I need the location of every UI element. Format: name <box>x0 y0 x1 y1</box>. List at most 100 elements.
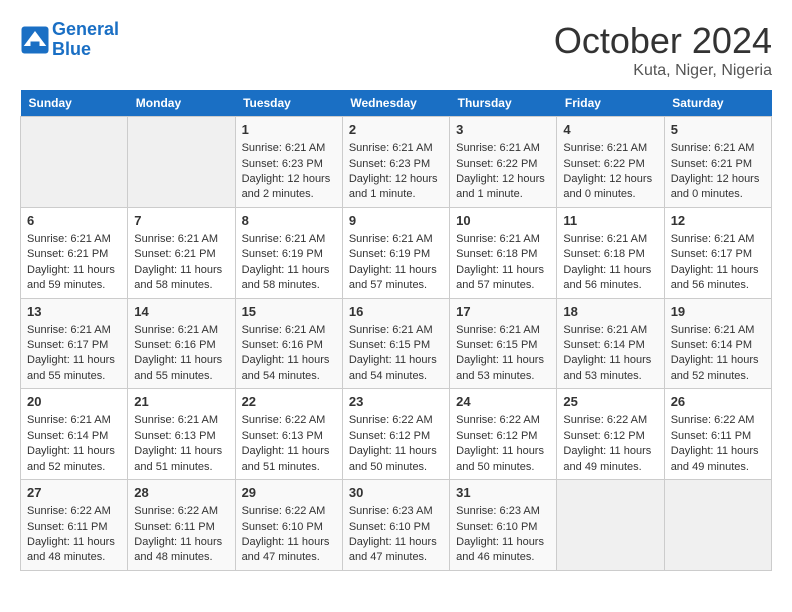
daylight-text: Daylight: 11 hours and 49 minutes. <box>563 444 657 475</box>
day-number: 31 <box>456 484 550 502</box>
day-number: 6 <box>27 212 121 230</box>
daylight-text: Daylight: 11 hours and 51 minutes. <box>134 444 228 475</box>
day-cell: 4Sunrise: 6:21 AMSunset: 6:22 PMDaylight… <box>557 117 664 208</box>
day-number: 30 <box>349 484 443 502</box>
day-cell: 15Sunrise: 6:21 AMSunset: 6:16 PMDayligh… <box>235 298 342 389</box>
sunrise-text: Sunrise: 6:21 AM <box>563 232 657 247</box>
day-number: 16 <box>349 303 443 321</box>
sunset-text: Sunset: 6:23 PM <box>349 157 443 172</box>
daylight-text: Daylight: 11 hours and 52 minutes. <box>27 444 121 475</box>
calendar-title: October 2024 <box>554 20 772 62</box>
day-number: 12 <box>671 212 765 230</box>
daylight-text: Daylight: 11 hours and 58 minutes. <box>134 263 228 294</box>
day-number: 1 <box>242 121 336 139</box>
header-cell-friday: Friday <box>557 90 664 117</box>
week-row-2: 6Sunrise: 6:21 AMSunset: 6:21 PMDaylight… <box>21 207 772 298</box>
logo-text: General Blue <box>52 20 119 60</box>
day-cell <box>128 117 235 208</box>
day-cell: 3Sunrise: 6:21 AMSunset: 6:22 PMDaylight… <box>450 117 557 208</box>
day-number: 27 <box>27 484 121 502</box>
day-cell: 29Sunrise: 6:22 AMSunset: 6:10 PMDayligh… <box>235 480 342 571</box>
week-row-1: 1Sunrise: 6:21 AMSunset: 6:23 PMDaylight… <box>21 117 772 208</box>
calendar-body: 1Sunrise: 6:21 AMSunset: 6:23 PMDaylight… <box>21 117 772 571</box>
sunset-text: Sunset: 6:14 PM <box>671 338 765 353</box>
day-number: 28 <box>134 484 228 502</box>
day-number: 23 <box>349 393 443 411</box>
sunset-text: Sunset: 6:21 PM <box>27 247 121 262</box>
daylight-text: Daylight: 11 hours and 56 minutes. <box>563 263 657 294</box>
sunset-text: Sunset: 6:23 PM <box>242 157 336 172</box>
sunrise-text: Sunrise: 6:22 AM <box>134 504 228 519</box>
day-cell: 24Sunrise: 6:22 AMSunset: 6:12 PMDayligh… <box>450 389 557 480</box>
calendar-table: SundayMondayTuesdayWednesdayThursdayFrid… <box>20 90 772 571</box>
day-cell: 18Sunrise: 6:21 AMSunset: 6:14 PMDayligh… <box>557 298 664 389</box>
day-number: 21 <box>134 393 228 411</box>
day-cell: 11Sunrise: 6:21 AMSunset: 6:18 PMDayligh… <box>557 207 664 298</box>
sunrise-text: Sunrise: 6:21 AM <box>242 232 336 247</box>
logo: General Blue <box>20 20 119 60</box>
daylight-text: Daylight: 11 hours and 54 minutes. <box>242 353 336 384</box>
sunset-text: Sunset: 6:21 PM <box>671 157 765 172</box>
sunrise-text: Sunrise: 6:22 AM <box>456 413 550 428</box>
sunrise-text: Sunrise: 6:21 AM <box>671 323 765 338</box>
sunset-text: Sunset: 6:10 PM <box>456 520 550 535</box>
day-cell: 7Sunrise: 6:21 AMSunset: 6:21 PMDaylight… <box>128 207 235 298</box>
day-number: 10 <box>456 212 550 230</box>
daylight-text: Daylight: 11 hours and 46 minutes. <box>456 535 550 566</box>
day-number: 15 <box>242 303 336 321</box>
sunrise-text: Sunrise: 6:21 AM <box>456 323 550 338</box>
sunrise-text: Sunrise: 6:21 AM <box>134 413 228 428</box>
day-cell: 20Sunrise: 6:21 AMSunset: 6:14 PMDayligh… <box>21 389 128 480</box>
sunset-text: Sunset: 6:12 PM <box>349 429 443 444</box>
sunrise-text: Sunrise: 6:21 AM <box>27 413 121 428</box>
daylight-text: Daylight: 12 hours and 0 minutes. <box>563 172 657 203</box>
header-cell-wednesday: Wednesday <box>342 90 449 117</box>
daylight-text: Daylight: 11 hours and 58 minutes. <box>242 263 336 294</box>
day-cell: 2Sunrise: 6:21 AMSunset: 6:23 PMDaylight… <box>342 117 449 208</box>
daylight-text: Daylight: 12 hours and 2 minutes. <box>242 172 336 203</box>
daylight-text: Daylight: 11 hours and 52 minutes. <box>671 353 765 384</box>
sunset-text: Sunset: 6:18 PM <box>456 247 550 262</box>
daylight-text: Daylight: 11 hours and 53 minutes. <box>456 353 550 384</box>
header-cell-tuesday: Tuesday <box>235 90 342 117</box>
day-number: 19 <box>671 303 765 321</box>
day-cell: 14Sunrise: 6:21 AMSunset: 6:16 PMDayligh… <box>128 298 235 389</box>
sunrise-text: Sunrise: 6:22 AM <box>349 413 443 428</box>
sunset-text: Sunset: 6:19 PM <box>349 247 443 262</box>
sunset-text: Sunset: 6:13 PM <box>242 429 336 444</box>
day-number: 25 <box>563 393 657 411</box>
calendar-subtitle: Kuta, Niger, Nigeria <box>554 62 772 80</box>
sunset-text: Sunset: 6:19 PM <box>242 247 336 262</box>
day-number: 24 <box>456 393 550 411</box>
logo-icon <box>20 25 50 55</box>
day-cell: 27Sunrise: 6:22 AMSunset: 6:11 PMDayligh… <box>21 480 128 571</box>
day-number: 3 <box>456 121 550 139</box>
sunset-text: Sunset: 6:16 PM <box>134 338 228 353</box>
logo-line1: General <box>52 19 119 39</box>
week-row-3: 13Sunrise: 6:21 AMSunset: 6:17 PMDayligh… <box>21 298 772 389</box>
sunrise-text: Sunrise: 6:21 AM <box>27 232 121 247</box>
day-cell: 31Sunrise: 6:23 AMSunset: 6:10 PMDayligh… <box>450 480 557 571</box>
sunset-text: Sunset: 6:16 PM <box>242 338 336 353</box>
day-cell: 12Sunrise: 6:21 AMSunset: 6:17 PMDayligh… <box>664 207 771 298</box>
day-cell: 26Sunrise: 6:22 AMSunset: 6:11 PMDayligh… <box>664 389 771 480</box>
sunset-text: Sunset: 6:11 PM <box>134 520 228 535</box>
sunset-text: Sunset: 6:15 PM <box>456 338 550 353</box>
sunrise-text: Sunrise: 6:22 AM <box>563 413 657 428</box>
daylight-text: Daylight: 11 hours and 47 minutes. <box>349 535 443 566</box>
daylight-text: Daylight: 11 hours and 54 minutes. <box>349 353 443 384</box>
daylight-text: Daylight: 11 hours and 55 minutes. <box>27 353 121 384</box>
sunrise-text: Sunrise: 6:21 AM <box>456 232 550 247</box>
sunset-text: Sunset: 6:17 PM <box>27 338 121 353</box>
day-cell <box>557 480 664 571</box>
daylight-text: Daylight: 11 hours and 47 minutes. <box>242 535 336 566</box>
sunset-text: Sunset: 6:22 PM <box>456 157 550 172</box>
day-cell: 23Sunrise: 6:22 AMSunset: 6:12 PMDayligh… <box>342 389 449 480</box>
day-number: 14 <box>134 303 228 321</box>
day-number: 5 <box>671 121 765 139</box>
sunset-text: Sunset: 6:11 PM <box>27 520 121 535</box>
day-cell: 9Sunrise: 6:21 AMSunset: 6:19 PMDaylight… <box>342 207 449 298</box>
day-number: 20 <box>27 393 121 411</box>
sunrise-text: Sunrise: 6:22 AM <box>27 504 121 519</box>
day-cell: 19 Sunrise: 6:21 AMSunset: 6:14 PMDayligh… <box>664 298 771 389</box>
